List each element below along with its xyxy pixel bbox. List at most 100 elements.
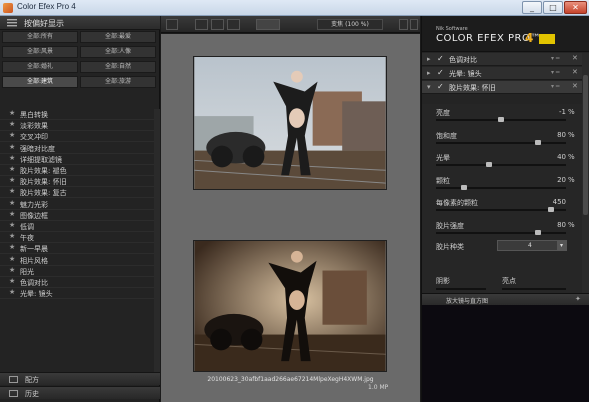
star-icon[interactable]: ★: [9, 165, 15, 173]
star-icon[interactable]: ★: [9, 120, 15, 128]
filter-controls: 亮度 -1% 饱和度 80% 光晕 40% 颗粒 20% 每像素的颗粒 450 胶片强度 80% 胶片…: [422, 104, 582, 300]
star-icon[interactable]: ★: [9, 199, 15, 207]
filter-name: 阳光: [20, 267, 34, 276]
filter-item[interactable]: ★ 胶片效果: 复古: [0, 187, 158, 199]
expand-arrow-icon[interactable]: ▸: [427, 69, 431, 77]
minimize-button[interactable]: _: [522, 1, 542, 14]
history-tab[interactable]: 历史: [0, 386, 160, 399]
star-icon[interactable]: ★: [9, 288, 15, 296]
background-color-button[interactable]: [399, 19, 408, 30]
star-icon[interactable]: ★: [9, 232, 15, 240]
param-slider[interactable]: [436, 139, 566, 145]
expand-arrow-icon[interactable]: ▾: [427, 83, 431, 91]
param-row: 饱和度 80%: [422, 129, 582, 151]
controls-scrollbar[interactable]: [582, 53, 589, 298]
category-button[interactable]: 全部:人像: [80, 46, 156, 58]
zoom-select[interactable]: 变焦 (100 %): [317, 19, 383, 30]
category-button[interactable]: 全部:所有: [2, 31, 78, 43]
filter-item[interactable]: ★ 午夜: [0, 232, 158, 244]
highlight-slider[interactable]: [502, 288, 566, 290]
close-button[interactable]: ✕: [564, 1, 587, 14]
remove-filter-icon[interactable]: ✕: [572, 82, 578, 90]
compare-button[interactable]: [256, 19, 280, 30]
star-icon[interactable]: ★: [9, 255, 15, 263]
star-icon[interactable]: ★: [9, 221, 15, 229]
filter-item[interactable]: ★ 胶片效果: 怀旧: [0, 176, 158, 188]
param-slider[interactable]: [436, 229, 566, 235]
filter-item[interactable]: ★ 交叉冲印: [0, 131, 158, 143]
filter-item[interactable]: ★ 详细提取滤镜: [0, 154, 158, 165]
category-button[interactable]: 全部:风景: [2, 46, 78, 58]
toggle-controls-button[interactable]: [410, 19, 418, 30]
remove-filter-icon[interactable]: ✕: [572, 54, 578, 62]
slider-knob[interactable]: [535, 229, 542, 235]
category-button[interactable]: 全部:自然: [80, 61, 156, 73]
slider-knob[interactable]: [485, 162, 492, 167]
split-view-button[interactable]: [211, 19, 224, 30]
slider-knob[interactable]: [535, 139, 542, 145]
filter-name: 午夜: [20, 234, 34, 243]
film-type-select[interactable]: 4 ▾: [497, 240, 567, 251]
shadow-slider[interactable]: [436, 288, 486, 290]
star-icon[interactable]: ★: [9, 131, 15, 139]
star-icon[interactable]: ★: [9, 154, 15, 162]
loupe-title: 放大镜与直方图: [446, 298, 489, 305]
star-icon[interactable]: ★: [9, 187, 15, 195]
slider-knob[interactable]: [460, 184, 467, 190]
recipes-tab[interactable]: 配方: [0, 372, 160, 385]
stack-filter-row[interactable]: ▾ ✓ 胶片效果: 怀旧 ▾ ═ ✕: [422, 81, 582, 94]
filter-item[interactable]: ★ 相片风格: [0, 255, 158, 266]
star-icon[interactable]: ★: [9, 243, 15, 251]
stack-filter-controls[interactable]: ▾ ═: [551, 69, 560, 76]
stack-filter-row[interactable]: ▸ ✓ 光晕: 镜头 ▾ ═ ✕: [422, 67, 582, 80]
param-slider[interactable]: [436, 117, 566, 122]
star-icon[interactable]: ★: [9, 210, 15, 218]
stack-filter-row[interactable]: ▸ ✓ 色调对比 ▾ ═ ✕: [422, 53, 582, 66]
filter-item[interactable]: ★ 低调: [0, 221, 158, 232]
category-button[interactable]: 全部:婚礼: [2, 61, 78, 73]
star-icon[interactable]: ★: [9, 176, 15, 184]
stack-filter-controls[interactable]: ▾ ═: [551, 83, 560, 90]
toggle-browser-button[interactable]: [166, 19, 178, 30]
filter-item[interactable]: ★ 新一早晨: [0, 243, 158, 255]
param-slider[interactable]: [436, 162, 566, 167]
star-icon[interactable]: ★: [9, 143, 15, 151]
preview-image-bottom[interactable]: [193, 240, 387, 372]
category-button[interactable]: 全部:建筑: [2, 76, 78, 88]
scrollbar-thumb[interactable]: [583, 75, 588, 215]
filter-list-scrollbar[interactable]: [154, 109, 160, 381]
filter-item[interactable]: ★ 光晕: 镜头: [0, 288, 158, 300]
param-value: -1: [559, 108, 566, 116]
preview-area: 20100623_30afbf1aad266ae67214MlpeXegH4XW…: [161, 34, 420, 402]
category-button[interactable]: 全部:旅游: [80, 76, 156, 88]
filter-item[interactable]: ★ 淡彩效果: [0, 120, 158, 132]
star-icon[interactable]: ★: [9, 277, 15, 285]
filter-item[interactable]: ★ 图像边框: [0, 210, 158, 221]
filter-item[interactable]: ★ 阳光: [0, 266, 158, 277]
loupe-header[interactable]: 放大镜与直方图 ✦: [422, 293, 589, 305]
stack-filter-controls[interactable]: ▾ ═: [551, 55, 560, 62]
single-view-button[interactable]: [195, 19, 208, 30]
slider-knob[interactable]: [498, 117, 504, 122]
filter-item[interactable]: ★ 色调对比: [0, 277, 158, 288]
filter-item[interactable]: ★ 魅力光彩: [0, 199, 158, 210]
category-button[interactable]: 全部:最爱: [80, 31, 156, 43]
enable-checkbox[interactable]: ✓: [437, 68, 444, 77]
param-slider[interactable]: [436, 184, 566, 190]
filter-item[interactable]: ★ 黑白转换: [0, 109, 158, 120]
pin-icon[interactable]: ✦: [575, 295, 581, 303]
side-by-side-view-button[interactable]: [227, 19, 240, 30]
star-icon[interactable]: ★: [9, 109, 15, 117]
remove-filter-icon[interactable]: ✕: [572, 68, 578, 76]
filter-item[interactable]: ★ 强暗对比度: [0, 143, 158, 154]
slider-knob[interactable]: [547, 207, 554, 212]
expand-arrow-icon[interactable]: ▸: [427, 55, 431, 63]
enable-checkbox[interactable]: ✓: [437, 82, 444, 91]
preview-image-top[interactable]: [193, 56, 387, 190]
maximize-button[interactable]: □: [543, 1, 563, 14]
filter-item[interactable]: ★ 胶片效果: 褪色: [0, 165, 158, 176]
param-slider[interactable]: [436, 207, 566, 212]
enable-checkbox[interactable]: ✓: [437, 54, 444, 63]
star-icon[interactable]: ★: [9, 266, 15, 274]
filter-browser-header[interactable]: 按偏好显示: [0, 16, 160, 30]
